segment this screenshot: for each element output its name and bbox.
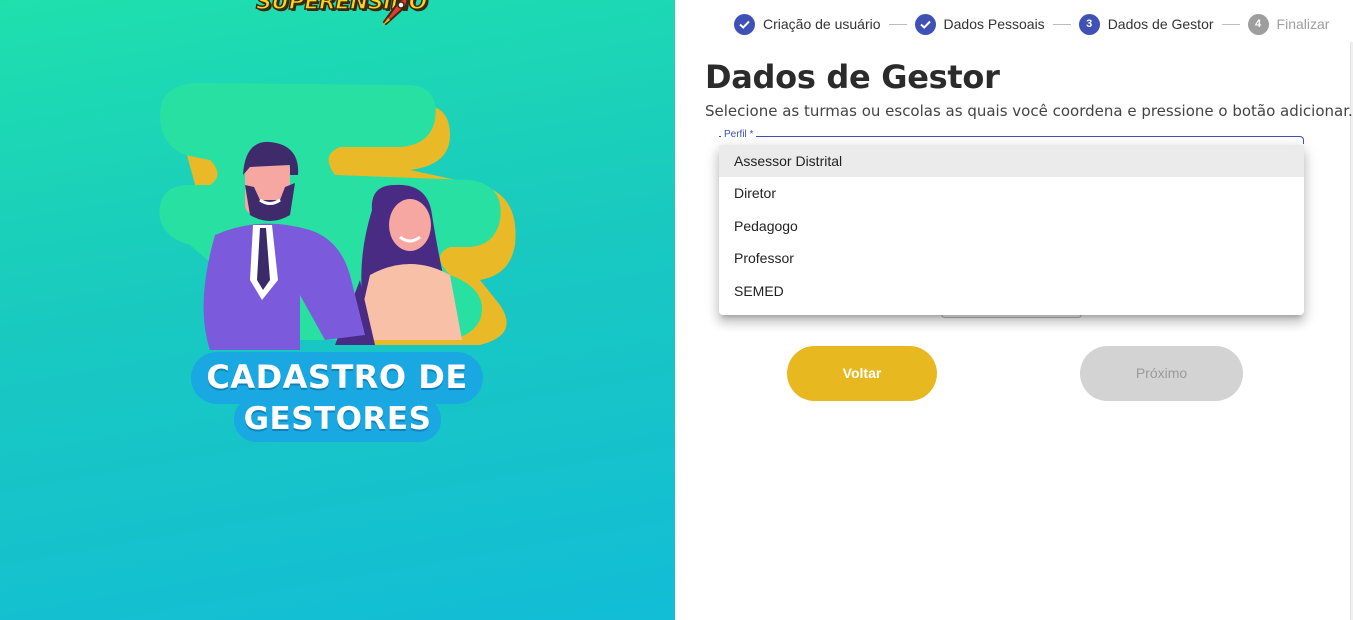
step-label: Dados Pessoais	[943, 16, 1045, 32]
step-label: Dados de Gestor	[1107, 16, 1214, 32]
profile-select-label: Perfil *	[721, 130, 757, 140]
step-connector	[888, 23, 907, 25]
step-user-creation: Criação de usuário	[734, 13, 881, 35]
step-manager-data: 3 Dados de Gestor	[1078, 13, 1214, 35]
hero-panel: SUPERENSINO CADASTRO DE GESTORES	[0, 0, 675, 620]
back-button[interactable]: Voltar	[787, 346, 937, 401]
step-finish: 4 Finalizar	[1247, 13, 1330, 35]
stepper: Criação de usuário Dados Pessoais 3 Dado…	[734, 12, 1329, 36]
check-icon	[734, 13, 755, 35]
next-button[interactable]: Próximo	[1080, 346, 1243, 401]
profile-dropdown-menu: Assessor Distrital Diretor Pedagogo Prof…	[719, 145, 1304, 315]
option-assessor-distrital[interactable]: Assessor Distrital	[719, 145, 1304, 178]
step-number: 4	[1247, 13, 1269, 35]
option-diretor[interactable]: Diretor	[719, 177, 1304, 209]
option-professor[interactable]: Professor	[719, 242, 1304, 274]
page-title: Dados de Gestor	[705, 58, 1000, 96]
hero-banner-subtitle: GESTORES	[234, 397, 441, 442]
step-personal-data: Dados Pessoais	[914, 13, 1045, 35]
page-subtitle: Selecione as turmas ou escolas as quais …	[705, 102, 1353, 120]
rocket-icon	[382, 0, 409, 26]
step-connector	[1052, 23, 1071, 25]
step-connector	[1221, 23, 1240, 25]
managers-illustration	[159, 83, 516, 350]
option-pedagogo[interactable]: Pedagogo	[719, 210, 1304, 242]
profile-select[interactable]	[719, 136, 1304, 144]
step-number: 3	[1078, 13, 1100, 35]
option-semed[interactable]: SEMED	[719, 275, 1304, 307]
step-label: Finalizar	[1276, 16, 1330, 32]
check-icon	[914, 13, 936, 35]
step-label: Criação de usuário	[763, 16, 881, 32]
